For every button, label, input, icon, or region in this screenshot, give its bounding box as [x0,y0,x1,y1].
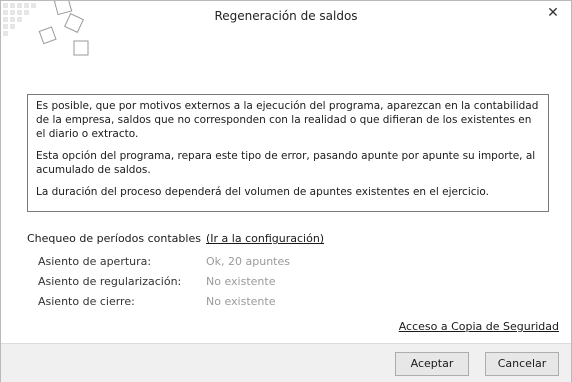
close-icon[interactable]: ✕ [545,5,561,21]
row-label-regularizacion: Asiento de regularización: [38,275,182,288]
row-label-apertura: Asiento de apertura: [38,255,152,268]
info-paragraph: Es posible, que por motivos externos a l… [36,100,539,140]
info-box: Es posible, que por motivos externos a l… [27,94,549,212]
dialog-footer: Aceptar Cancelar [1,343,571,382]
ok-button[interactable]: Aceptar [395,352,469,376]
backup-link[interactable]: Acceso a Copia de Seguridad [399,320,559,333]
dialog-title: Regeneración de saldos [214,9,358,23]
row-label-cierre: Asiento de cierre: [38,295,135,308]
info-paragraph: Esta opción del programa, repara este ti… [36,150,536,176]
row-value-apertura: Ok, 20 apuntes [206,255,290,268]
row-value-cierre: No existente [206,295,276,308]
cancel-button[interactable]: Cancelar [485,352,559,376]
section-title: Chequeo de períodos contables [27,232,201,245]
config-link[interactable]: (Ir a la configuración) [206,232,324,245]
row-value-regularizacion: No existente [206,275,276,288]
dialog-window: Regeneración de saldos ✕ Es posible, que… [0,0,572,382]
info-paragraph: La duración del proceso dependerá del vo… [36,186,490,198]
